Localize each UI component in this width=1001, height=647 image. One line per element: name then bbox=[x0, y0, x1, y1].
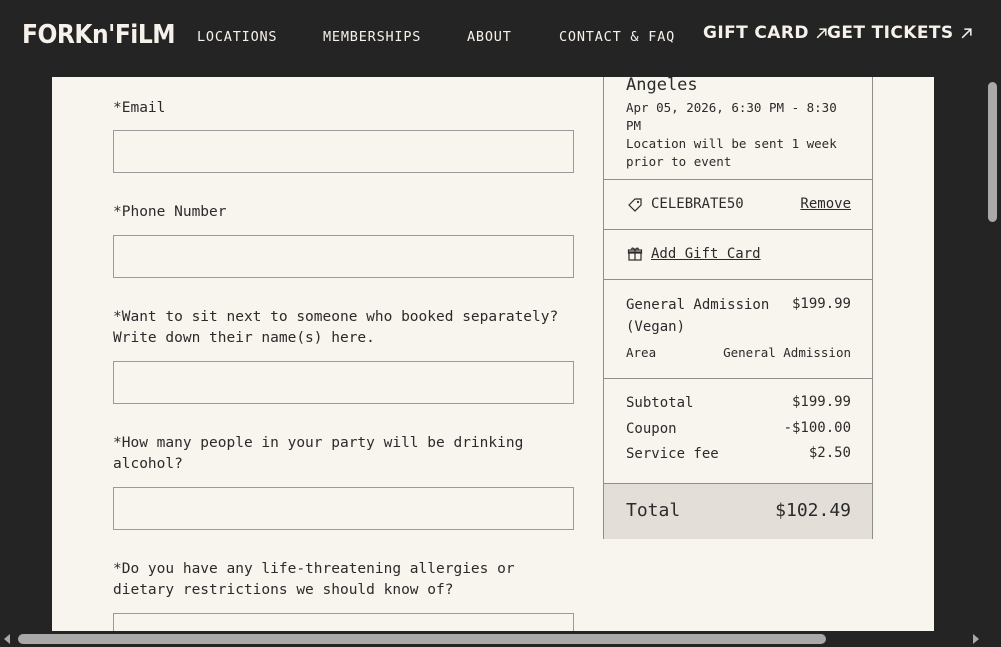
email-field[interactable] bbox=[113, 130, 574, 173]
allergies-field[interactable] bbox=[113, 613, 574, 632]
add-gift-card-button[interactable]: Add Gift Card bbox=[651, 245, 761, 263]
checkout-page: *Email *Phone Number *Want to sit next t… bbox=[52, 77, 934, 632]
area-value: General Admission bbox=[723, 345, 851, 360]
totals-section: Subtotal $199.99 Coupon -$100.00 Service… bbox=[604, 378, 872, 484]
total-label: Total bbox=[626, 500, 681, 521]
coupon-code: CELEBRATE50 bbox=[651, 196, 744, 212]
forknfilm-logo[interactable]: FORKn'FiLM bbox=[22, 18, 176, 52]
ticket-section: General Admission (Vegan) $199.99 Area G… bbox=[604, 279, 872, 378]
coupon-label: Coupon bbox=[626, 421, 677, 437]
total-row: Total $102.49 bbox=[604, 483, 872, 539]
gift-card-section: Add Gift Card bbox=[604, 229, 872, 280]
ticket-name: General Admission (Vegan) bbox=[626, 297, 770, 335]
gift-card-label: GIFT CARD bbox=[703, 23, 809, 43]
subtotal-label: Subtotal bbox=[626, 395, 694, 411]
seat-with-field[interactable] bbox=[113, 361, 574, 404]
arrow-up-right-icon bbox=[816, 27, 827, 38]
get-tickets-link[interactable]: GET TICKETS bbox=[827, 23, 973, 43]
alcohol-count-label: *How many people in your party will be d… bbox=[113, 435, 524, 472]
coupon-section: CELEBRATE50 Remove bbox=[604, 179, 872, 230]
gift-card-link[interactable]: GIFT CARD bbox=[703, 23, 828, 43]
ticket-price: $199.99 bbox=[791, 296, 851, 312]
phone-label: *Phone Number bbox=[113, 204, 227, 220]
subtotal-value: $199.99 bbox=[791, 394, 851, 410]
event-city: Angeles bbox=[626, 77, 698, 95]
nav-about[interactable]: ABOUT bbox=[467, 29, 512, 45]
coupon-value: -$100.00 bbox=[783, 420, 851, 436]
order-summary-card: Angeles Apr 05, 2026, 6:30 PM - 8:30 PM … bbox=[603, 77, 873, 539]
event-datetime: Apr 05, 2026, 6:30 PM - 8:30 PM bbox=[626, 100, 837, 133]
get-tickets-label: GET TICKETS bbox=[827, 23, 954, 43]
allergies-label: *Do you have any life-threatening allerg… bbox=[113, 561, 515, 598]
area-label: Area bbox=[626, 345, 657, 360]
phone-field[interactable] bbox=[113, 235, 574, 278]
email-label: *Email bbox=[113, 100, 166, 116]
remove-coupon-button[interactable]: Remove bbox=[800, 195, 851, 213]
site-header: FORKn'FiLM LOCATIONS MEMBERSHIPS ABOUT C… bbox=[0, 0, 1001, 77]
scroll-right-icon[interactable] bbox=[973, 634, 979, 644]
gift-icon bbox=[627, 247, 643, 261]
logo-text: FORKn'FiLM bbox=[22, 20, 176, 50]
scroll-left-icon[interactable] bbox=[4, 634, 10, 644]
arrow-up-right-icon bbox=[961, 27, 972, 38]
location-note: Location will be sent 1 week prior to ev… bbox=[626, 136, 837, 169]
alcohol-count-field[interactable] bbox=[113, 487, 574, 530]
service-fee-label: Service fee bbox=[626, 446, 719, 462]
vertical-scrollbar-thumb[interactable] bbox=[988, 82, 997, 222]
horizontal-scrollbar-thumb[interactable] bbox=[18, 634, 826, 644]
tag-icon bbox=[628, 198, 642, 212]
total-value: $102.49 bbox=[775, 500, 851, 521]
nav-memberships[interactable]: MEMBERSHIPS bbox=[323, 29, 421, 45]
nav-locations[interactable]: LOCATIONS bbox=[197, 29, 277, 45]
service-fee-value: $2.50 bbox=[808, 445, 851, 461]
seat-with-label: *Want to sit next to someone who booked … bbox=[113, 309, 559, 346]
nav-contact-faq[interactable]: CONTACT & FAQ bbox=[559, 29, 675, 45]
